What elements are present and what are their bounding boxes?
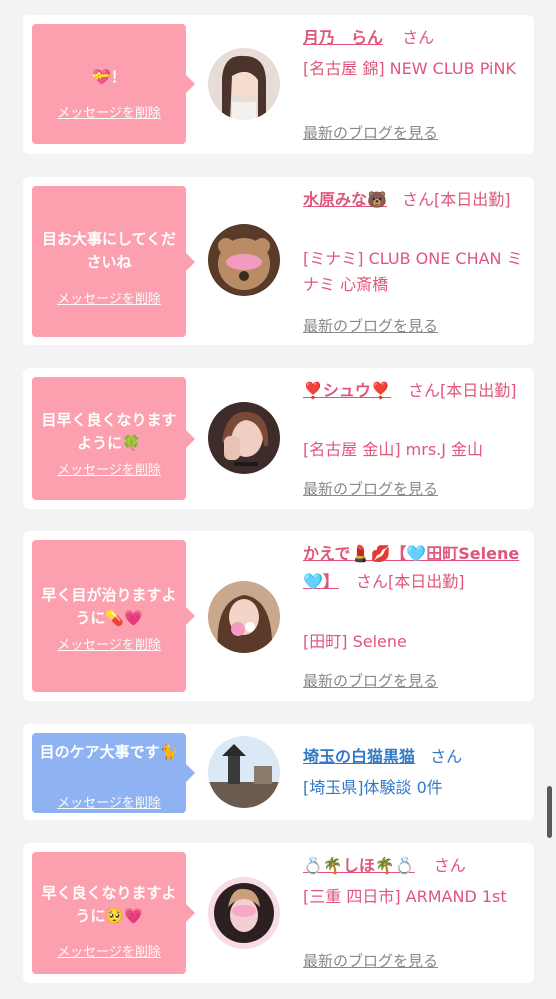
message-card: 目早く良くなりますように🍀 メッセージを削除 ❣️シュウ❣️ さん[本日出勤] … bbox=[23, 368, 534, 509]
message-bubble: 目早く良くなりますように🍀 メッセージを削除 bbox=[32, 377, 195, 500]
message-bubble: 早く良くなりますように🥺💗 メッセージを削除 bbox=[32, 852, 195, 974]
cast-name-line: かえで💄💋【🩵田町Selene🩵】 さん[本日出勤] bbox=[303, 540, 529, 596]
name-suffix: さん bbox=[433, 856, 466, 875]
message-text: 早く目が治りますように💊💗 bbox=[41, 586, 177, 627]
message-text: 💝！ bbox=[92, 68, 126, 86]
delete-message-link[interactable]: メッセージを削除 bbox=[32, 102, 186, 121]
latest-blog-link[interactable]: 最新のブログを見る bbox=[303, 478, 438, 499]
message-bubble: 💝！ メッセージを削除 bbox=[32, 24, 195, 144]
delete-message-link[interactable]: メッセージを削除 bbox=[32, 634, 186, 653]
message-text: 目早く良くなりますように🍀 bbox=[41, 411, 177, 452]
avatar[interactable] bbox=[208, 402, 280, 474]
latest-blog-link[interactable]: 最新のブログを見る bbox=[303, 122, 438, 143]
cast-name-line: 月乃 らん さん bbox=[303, 24, 529, 52]
message-card: 目のケア大事です🐈 メッセージを削除 埼玉の白猫黒猫 さん [埼玉県]体験談 0… bbox=[23, 724, 534, 820]
message-text: 目のケア大事です🐈 bbox=[39, 743, 179, 761]
shop-info: [ミナミ] CLUB ONE CHAN ミナミ 心斎橋 bbox=[303, 249, 523, 294]
message-bubble: 早く目が治りますように💊💗 メッセージを削除 bbox=[32, 540, 195, 692]
message-bubble: 目お大事にしてくださいね メッセージを削除 bbox=[32, 186, 195, 337]
name-suffix: さん bbox=[430, 747, 463, 766]
latest-blog-link[interactable]: 最新のブログを見る bbox=[303, 315, 438, 336]
scrollbar[interactable] bbox=[547, 786, 552, 838]
name-suffix: さん[本日出勤] bbox=[407, 381, 517, 400]
cast-name-line: 埼玉の白猫黒猫 さん bbox=[303, 743, 529, 771]
cast-name-line: 水原みな🐻 さん[本日出勤] bbox=[303, 186, 529, 214]
message-card: 💝！ メッセージを削除 月乃 らん さん [名古屋 錦] NEW CLUB Pi… bbox=[23, 15, 534, 154]
name-suffix: さん[本日出勤] bbox=[402, 190, 511, 209]
avatar[interactable] bbox=[208, 48, 280, 120]
cast-name-link[interactable]: 埼玉の白猫黒猫 bbox=[303, 747, 415, 766]
shop-info: [田町] Selene bbox=[303, 632, 407, 651]
name-suffix: さん[本日出勤] bbox=[356, 572, 465, 591]
cast-name-link[interactable]: ❣️シュウ❣️ bbox=[303, 381, 391, 400]
cast-name-link[interactable]: 💍🌴しほ🌴💍 bbox=[303, 856, 415, 875]
name-suffix: さん bbox=[402, 28, 435, 47]
cast-name-line: 💍🌴しほ🌴💍 さん bbox=[303, 852, 529, 880]
cast-name-line: ❣️シュウ❣️ さん[本日出勤] bbox=[303, 377, 529, 405]
delete-message-link[interactable]: メッセージを削除 bbox=[32, 459, 186, 478]
message-text: 目お大事にしてくださいね bbox=[41, 230, 177, 271]
delete-message-link[interactable]: メッセージを削除 bbox=[32, 941, 186, 960]
message-card: 早く良くなりますように🥺💗 メッセージを削除 💍🌴しほ🌴💍 さん [三重 四日市… bbox=[23, 843, 534, 983]
latest-blog-link[interactable]: 最新のブログを見る bbox=[303, 950, 438, 971]
shop-info: [埼玉県]体験談 0件 bbox=[303, 778, 443, 797]
message-card: 目お大事にしてくださいね メッセージを削除 水原みな🐻 さん[本日出勤] [ミナ… bbox=[23, 177, 534, 345]
cast-name-link[interactable]: 水原みな🐻 bbox=[303, 190, 387, 209]
avatar[interactable] bbox=[208, 877, 280, 949]
avatar[interactable] bbox=[208, 736, 280, 808]
message-text: 早く良くなりますように🥺💗 bbox=[41, 884, 177, 925]
delete-message-link[interactable]: メッセージを削除 bbox=[32, 288, 186, 307]
shop-info: [三重 四日市] ARMAND 1st bbox=[303, 887, 507, 906]
avatar[interactable] bbox=[208, 224, 280, 296]
shop-info: [名古屋 金山] mrs.J 金山 bbox=[303, 440, 484, 459]
message-card: 早く目が治りますように💊💗 メッセージを削除 かえで💄💋【🩵田町Selene🩵】… bbox=[23, 531, 534, 701]
cast-name-link[interactable]: 月乃 らん bbox=[303, 28, 383, 47]
message-bubble: 目のケア大事です🐈 メッセージを削除 bbox=[32, 733, 195, 813]
shop-info: [名古屋 錦] NEW CLUB PiNK bbox=[303, 59, 516, 78]
avatar[interactable] bbox=[208, 581, 280, 653]
delete-message-link[interactable]: メッセージを削除 bbox=[32, 792, 186, 811]
latest-blog-link[interactable]: 最新のブログを見る bbox=[303, 670, 438, 691]
